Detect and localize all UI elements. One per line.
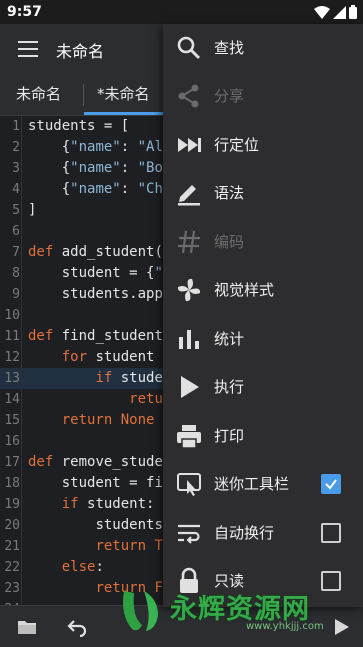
line-number: 10 <box>4 308 20 323</box>
line-number: 12 <box>4 350 20 365</box>
syntax-icon <box>175 179 203 207</box>
menu-item-label: 统计 <box>214 330 245 348</box>
statistics-icon <box>175 325 203 353</box>
line-number: 1 <box>12 119 20 134</box>
line-number: 14 <box>4 392 20 407</box>
status-icons <box>314 5 357 19</box>
mini-toolbar-checkbox[interactable] <box>321 474 341 494</box>
code-text: ] <box>28 202 37 218</box>
word-wrap-checkbox[interactable] <box>321 523 341 543</box>
menu-item-statistics[interactable]: 统计 <box>163 315 363 363</box>
folder-icon[interactable] <box>16 616 38 638</box>
menu-item-label: 行定位 <box>214 136 260 154</box>
search-icon <box>175 34 203 62</box>
line-number: 8 <box>12 266 20 281</box>
menu-item-syntax[interactable]: 语法 <box>163 169 363 217</box>
undo-icon[interactable] <box>66 616 88 638</box>
code-text: else: <box>61 559 104 575</box>
tab-untitled[interactable]: 未命名 <box>16 83 61 104</box>
watermark: 永辉资源网 www.yhkjjj.com <box>118 583 363 643</box>
menu-item-visual-style[interactable]: 视觉样式 <box>163 266 363 314</box>
encoding-icon <box>175 228 203 256</box>
code-text: if student: <box>61 496 155 512</box>
print-icon <box>175 422 203 450</box>
line-number: 19 <box>4 497 20 512</box>
line-number: 2 <box>12 140 20 155</box>
status-time: 9:57 <box>7 4 42 20</box>
word-wrap-icon <box>175 519 203 547</box>
line-number: 17 <box>4 455 20 470</box>
goto-line-icon <box>175 131 203 159</box>
document-title: 未命名 <box>56 42 105 61</box>
menu-item-label: 打印 <box>214 427 245 445</box>
menu-item-label: 执行 <box>214 378 245 396</box>
status-bar: 9:57 <box>0 0 363 24</box>
wifi-icon <box>314 5 330 19</box>
menu-item-goto-line[interactable]: 行定位 <box>163 121 363 169</box>
menu-item-encoding[interactable]: 编码 <box>163 218 363 266</box>
code-text: return None <box>61 412 155 428</box>
menu-item-print[interactable]: 打印 <box>163 412 363 460</box>
code-text: def remove_studen <box>28 454 172 470</box>
line-number: 15 <box>4 413 20 428</box>
theme-icon <box>175 276 203 304</box>
menu-item-label: 自动换行 <box>214 524 275 542</box>
tab-divider <box>83 84 84 106</box>
watermark-logo <box>123 591 158 631</box>
code-text: def add_student(na <box>28 244 180 260</box>
menu-item-word-wrap[interactable]: 自动换行 <box>163 509 363 557</box>
line-number: 16 <box>4 434 20 449</box>
line-number: 5 <box>12 203 20 218</box>
menu-item-label: 视觉样式 <box>214 281 275 299</box>
battery-icon <box>349 5 357 19</box>
line-number: 23 <box>4 581 20 596</box>
menu-item-run[interactable]: 执行 <box>163 363 363 411</box>
app-screen: 9:57 未命名 未命名 *未命名 1 students = [2 {"name"… <box>0 0 363 647</box>
run-icon <box>175 373 203 401</box>
line-number: 18 <box>4 476 20 491</box>
signal-icon <box>333 5 346 19</box>
menu-item-label: 分享 <box>214 87 245 105</box>
menu-item-label: 查找 <box>214 39 245 57</box>
line-number: 9 <box>12 287 20 302</box>
menu-item-label: 编码 <box>214 233 245 251</box>
line-number: 6 <box>12 224 20 239</box>
mini-toolbar-icon <box>175 470 203 498</box>
menu-item-mini-toolbar[interactable]: 迷你工具栏 <box>163 460 363 508</box>
watermark-url: www.yhkjjj.com <box>246 621 324 632</box>
menu-item-label: 语法 <box>214 184 245 202</box>
menu-item-share[interactable]: 分享 <box>163 72 363 120</box>
line-number: 21 <box>4 539 20 554</box>
menu-item-label: 迷你工具栏 <box>214 475 290 493</box>
line-number: 4 <box>12 182 20 197</box>
tab-untitled-modified[interactable]: *未命名 <box>97 83 150 104</box>
menu-item-find[interactable]: 查找 <box>163 24 363 72</box>
share-icon <box>175 82 203 110</box>
line-number: 20 <box>4 518 20 533</box>
hamburger-menu-icon[interactable] <box>18 41 38 57</box>
line-number: 22 <box>4 560 20 575</box>
line-number: 13 <box>4 371 20 386</box>
code-text: students = [ <box>28 118 130 134</box>
line-number: 11 <box>4 329 20 344</box>
active-tab-indicator <box>84 112 164 115</box>
overflow-menu: 查找 分享 行定位 语法 编码 视觉样式 统计 执行 打印 迷你工具栏 自动换行… <box>163 24 363 607</box>
line-number: 7 <box>12 245 20 260</box>
line-number: 3 <box>12 161 20 176</box>
